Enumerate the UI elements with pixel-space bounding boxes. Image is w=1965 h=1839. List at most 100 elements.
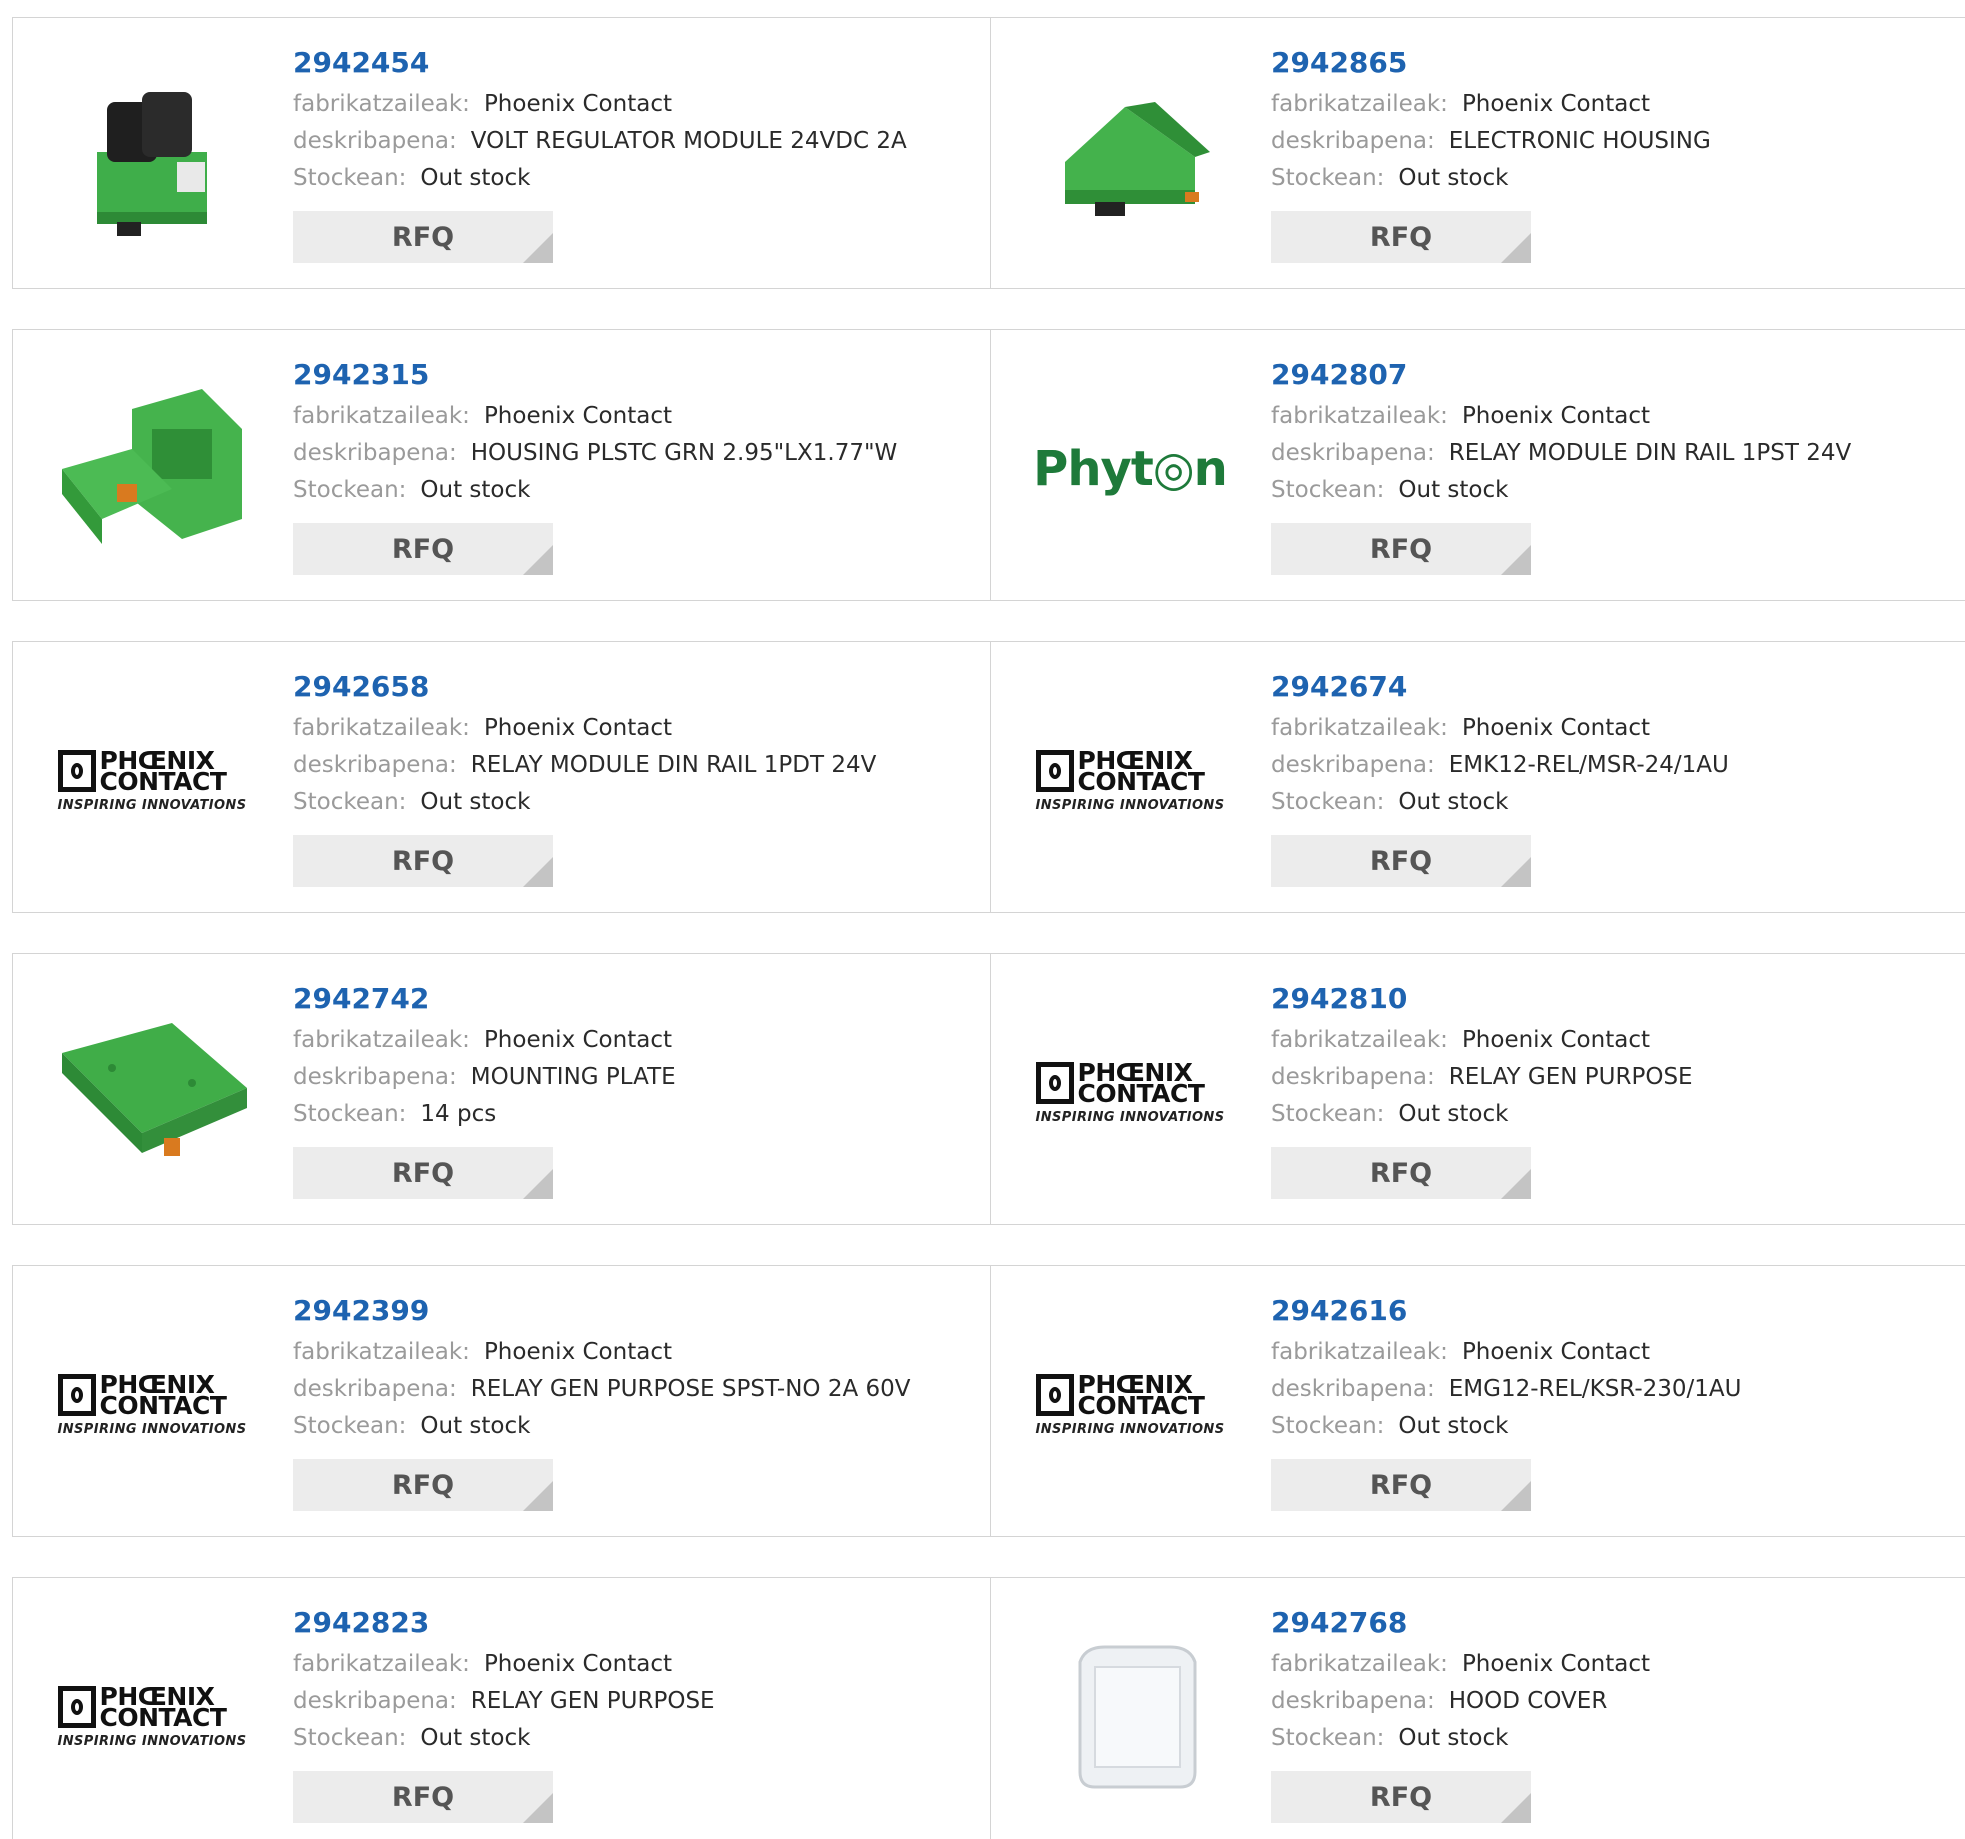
phoenix-contact-logo[interactable]: PHŒNIX CONTACT INSPIRING INNOVATIONS [1027,678,1233,884]
phoenix-contact-logo[interactable]: PHŒNIX CONTACT INSPIRING INNOVATIONS [49,1614,255,1820]
stock-line: Stockean: Out stock [293,1408,911,1445]
part-number-link[interactable]: 2942807 [1271,358,1851,392]
description-label: deskribapena: [1271,752,1435,778]
stock-line: Stockean: Out stock [1271,160,1711,197]
corner-triangle-icon [1501,857,1531,887]
manufacturer-value: Phoenix Contact [483,1339,672,1365]
part-number-link[interactable]: 2942823 [293,1606,715,1640]
stock-value: Out stock [1398,477,1509,503]
description-line: deskribapena: RELAY GEN PURPOSE [1271,1059,1693,1096]
product-info: 2942658 fabrikatzaileak: Phoenix Contact de… [293,670,876,887]
manufacturer-value: Phoenix Contact [1461,91,1650,117]
manufacturer-label: fabrikatzaileak: [293,403,470,429]
manufacturer-label: fabrikatzaileak: [1271,91,1448,117]
product-image[interactable] [49,990,255,1196]
part-number-link[interactable]: 2942454 [293,46,907,80]
rfq-label: RFQ [391,1469,455,1501]
part-number-link[interactable]: 2942658 [293,670,876,704]
rfq-button[interactable]: RFQ [293,1771,553,1823]
description-line: deskribapena: HOUSING PLSTC GRN 2.95"LX1.… [293,435,897,472]
manufacturer-value: Phoenix Contact [483,403,672,429]
product-row: PHŒNIX CONTACT INSPIRING INNOVATIONS 294282… [12,1577,1965,1839]
stock-line: Stockean: 14 pcs [293,1096,676,1133]
phyton-logo[interactable]: Phyt◎n [1027,366,1233,572]
rfq-button[interactable]: RFQ [1271,1771,1531,1823]
stock-line: Stockean: Out stock [293,784,876,821]
corner-triangle-icon [523,233,553,263]
rfq-button[interactable]: RFQ [1271,1147,1531,1199]
stock-label: Stockean: [1271,1101,1385,1127]
description-label: deskribapena: [1271,128,1435,154]
manufacturer-line: fabrikatzaileak: Phoenix Contact [1271,1334,1742,1371]
rfq-button[interactable]: RFQ [293,523,553,575]
phoenix-contact-logo[interactable]: PHŒNIX CONTACT INSPIRING INNOVATIONS [1027,1302,1233,1508]
rfq-button[interactable]: RFQ [1271,211,1531,263]
rfq-button[interactable]: RFQ [1271,523,1531,575]
rfq-button[interactable]: RFQ [293,211,553,263]
rfq-label: RFQ [1369,845,1433,877]
part-number-link[interactable]: 2942810 [1271,982,1693,1016]
product-info: 2942315 fabrikatzaileak: Phoenix Contact de… [293,358,897,575]
rfq-label: RFQ [391,221,455,253]
corner-triangle-icon [1501,1169,1531,1199]
description-line: deskribapena: RELAY GEN PURPOSE SPST-NO 2… [293,1371,911,1408]
product-image[interactable] [49,54,255,260]
part-number-link[interactable]: 2942674 [1271,670,1729,704]
rfq-button[interactable]: RFQ [293,1147,553,1199]
product-image[interactable] [1027,1614,1233,1820]
stock-label: Stockean: [293,165,407,191]
product-image[interactable] [49,366,255,572]
product-row: 2942454 fabrikatzaileak: Phoenix Contact de… [12,17,1965,289]
corner-triangle-icon [1501,233,1531,263]
corner-triangle-icon [1501,1481,1531,1511]
description-line: deskribapena: MOUNTING PLATE [293,1059,676,1096]
stock-line: Stockean: Out stock [293,1720,715,1757]
corner-triangle-icon [523,1169,553,1199]
manufacturer-line: fabrikatzaileak: Phoenix Contact [293,1334,911,1371]
stock-label: Stockean: [1271,477,1385,503]
rfq-button[interactable]: RFQ [293,835,553,887]
stock-value: 14 pcs [420,1101,497,1127]
manufacturer-label: fabrikatzaileak: [1271,1651,1448,1677]
manufacturer-value: Phoenix Contact [483,1651,672,1677]
stock-line: Stockean: Out stock [1271,1720,1650,1757]
product-grid: 2942454 fabrikatzaileak: Phoenix Contact de… [12,17,1965,1839]
part-number-link[interactable]: 2942315 [293,358,897,392]
rfq-label: RFQ [1369,1157,1433,1189]
part-number-link[interactable]: 2942399 [293,1294,911,1328]
product-image[interactable] [1027,54,1233,260]
product-info: 2942865 fabrikatzaileak: Phoenix Contact de… [1271,46,1711,263]
rfq-button[interactable]: RFQ [1271,1459,1531,1511]
description-label: deskribapena: [293,1064,457,1090]
description-label: deskribapena: [1271,1376,1435,1402]
rfq-button[interactable]: RFQ [293,1459,553,1511]
stock-value: Out stock [420,789,531,815]
description-label: deskribapena: [293,1688,457,1714]
manufacturer-line: fabrikatzaileak: Phoenix Contact [1271,1022,1693,1059]
stock-value: Out stock [420,1725,531,1751]
product-card: PHŒNIX CONTACT INSPIRING INNOVATIONS 294267… [990,642,1965,912]
manufacturer-label: fabrikatzaileak: [1271,1339,1448,1365]
product-card: Phyt◎n 2942807 fabrikatzaileak: Phoenix Con… [990,330,1965,600]
part-number-link[interactable]: 2942768 [1271,1606,1650,1640]
stock-line: Stockean: Out stock [293,160,907,197]
manufacturer-value: Phoenix Contact [483,91,672,117]
phoenix-contact-logo[interactable]: PHŒNIX CONTACT INSPIRING INNOVATIONS [49,678,255,884]
part-number-link[interactable]: 2942865 [1271,46,1711,80]
stock-label: Stockean: [1271,165,1385,191]
rfq-label: RFQ [1369,221,1433,253]
part-number-link[interactable]: 2942616 [1271,1294,1742,1328]
stock-label: Stockean: [293,789,407,815]
description-line: deskribapena: VOLT REGULATOR MODULE 24VDC… [293,123,907,160]
product-card: 2942768 fabrikatzaileak: Phoenix Contact de… [990,1578,1965,1839]
stock-line: Stockean: Out stock [1271,472,1851,509]
part-number-link[interactable]: 2942742 [293,982,676,1016]
manufacturer-line: fabrikatzaileak: Phoenix Contact [293,398,897,435]
rfq-button[interactable]: RFQ [1271,835,1531,887]
description-label: deskribapena: [1271,1064,1435,1090]
description-line: deskribapena: ELECTRONIC HOUSING [1271,123,1711,160]
phoenix-contact-logo[interactable]: PHŒNIX CONTACT INSPIRING INNOVATIONS [1027,990,1233,1196]
manufacturer-line: fabrikatzaileak: Phoenix Contact [1271,1646,1650,1683]
phoenix-contact-logo[interactable]: PHŒNIX CONTACT INSPIRING INNOVATIONS [49,1302,255,1508]
product-card: PHŒNIX CONTACT INSPIRING INNOVATIONS 294261… [990,1266,1965,1536]
